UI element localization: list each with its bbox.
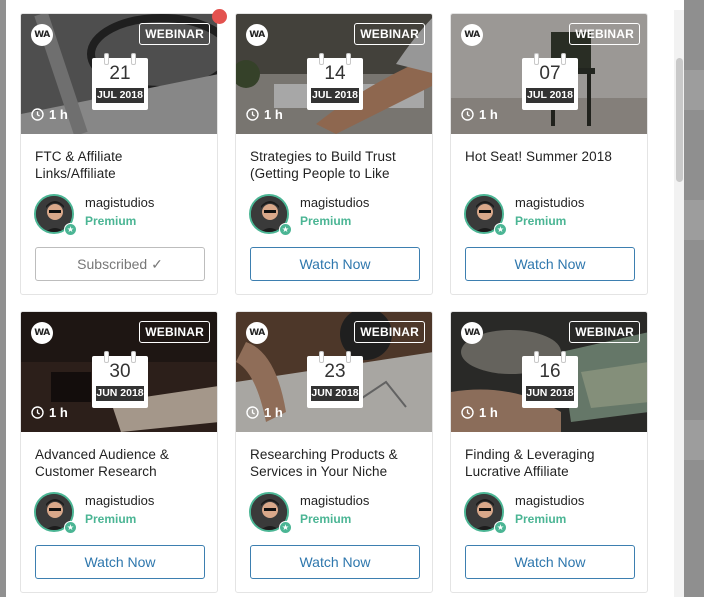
premium-label: Premium bbox=[85, 512, 137, 526]
webinar-card: WA WEBINAR 14 JUL 2018 1 h Strategies to… bbox=[235, 13, 433, 295]
clock-icon bbox=[461, 406, 474, 419]
webinar-card: WA WEBINAR 30 JUN 2018 1 h Advanced Audi… bbox=[20, 311, 218, 593]
webinar-thumbnail[interactable]: WA WEBINAR 14 JUL 2018 1 h bbox=[236, 14, 432, 134]
watch-now-button[interactable]: Watch Now bbox=[465, 545, 635, 579]
webinar-card: WA WEBINAR 07 JUL 2018 1 h Hot Seat! Sum… bbox=[450, 13, 648, 295]
date-day: 16 bbox=[539, 361, 561, 382]
author-name[interactable]: magistudios bbox=[85, 493, 154, 508]
webinar-title[interactable]: Finding & Leveraging Lucrative Affiliate bbox=[465, 446, 637, 480]
date-month: JUN 2018 bbox=[526, 386, 574, 401]
date-month: JUN 2018 bbox=[311, 386, 359, 401]
webinar-card: WA WEBINAR 16 JUN 2018 1 h Finding & Lev… bbox=[450, 311, 648, 593]
verified-icon: ★ bbox=[494, 521, 507, 534]
webinar-title[interactable]: Hot Seat! Summer 2018 bbox=[465, 148, 637, 165]
verified-icon: ★ bbox=[279, 223, 292, 236]
calendar-date: 07 JUL 2018 bbox=[522, 53, 578, 110]
duration: 1 h bbox=[31, 405, 68, 420]
brand-logo-icon: WA bbox=[31, 322, 53, 344]
webinar-card: WA WEBINAR 21 JUL 2018 1 h FTC & Affilia… bbox=[20, 13, 218, 295]
calendar-date: 23 JUN 2018 bbox=[307, 351, 363, 408]
duration: 1 h bbox=[31, 107, 68, 122]
duration: 1 h bbox=[246, 405, 283, 420]
webinar-badge: WEBINAR bbox=[569, 321, 640, 343]
clock-icon bbox=[461, 108, 474, 121]
date-day: 14 bbox=[324, 63, 346, 84]
brand-logo-icon: WA bbox=[246, 24, 268, 46]
watch-now-button[interactable]: Watch Now bbox=[250, 247, 420, 281]
webinar-thumbnail[interactable]: WA WEBINAR 07 JUL 2018 1 h bbox=[451, 14, 647, 134]
author-name[interactable]: magistudios bbox=[85, 195, 154, 210]
date-day: 30 bbox=[109, 361, 131, 382]
brand-logo-icon: WA bbox=[461, 322, 483, 344]
webinar-badge: WEBINAR bbox=[139, 321, 210, 343]
webinar-title[interactable]: Strategies to Build Trust (Getting Peopl… bbox=[250, 148, 422, 182]
clock-icon bbox=[246, 406, 259, 419]
premium-label: Premium bbox=[300, 214, 352, 228]
notification-dot bbox=[212, 9, 227, 24]
duration-label: 1 h bbox=[479, 405, 498, 420]
backdrop-right bbox=[684, 0, 704, 597]
premium-label: Premium bbox=[85, 214, 137, 228]
clock-icon bbox=[246, 108, 259, 121]
duration: 1 h bbox=[461, 107, 498, 122]
date-month: JUL 2018 bbox=[96, 88, 144, 103]
verified-icon: ★ bbox=[64, 223, 77, 236]
author-name[interactable]: magistudios bbox=[515, 195, 584, 210]
author-name[interactable]: magistudios bbox=[300, 493, 369, 508]
duration-label: 1 h bbox=[264, 107, 283, 122]
watch-now-button[interactable]: Watch Now bbox=[250, 545, 420, 579]
premium-label: Premium bbox=[515, 512, 567, 526]
watch-now-button[interactable]: Watch Now bbox=[35, 545, 205, 579]
webinar-badge: WEBINAR bbox=[569, 23, 640, 45]
clock-icon bbox=[31, 406, 44, 419]
webinar-badge: WEBINAR bbox=[354, 321, 425, 343]
premium-label: Premium bbox=[300, 512, 352, 526]
duration-label: 1 h bbox=[264, 405, 283, 420]
webinar-thumbnail[interactable]: WA WEBINAR 23 JUN 2018 1 h bbox=[236, 312, 432, 432]
date-month: JUL 2018 bbox=[311, 88, 359, 103]
webinar-thumbnail[interactable]: WA WEBINAR 21 JUL 2018 1 h bbox=[21, 14, 217, 134]
verified-icon: ★ bbox=[494, 223, 507, 236]
webinar-title[interactable]: FTC & Affiliate Links/Affiliate bbox=[35, 148, 207, 182]
duration-label: 1 h bbox=[49, 405, 68, 420]
webinar-title[interactable]: Advanced Audience & Customer Research bbox=[35, 446, 207, 480]
subscribed-button[interactable]: Subscribed ✓ bbox=[35, 247, 205, 281]
duration: 1 h bbox=[461, 405, 498, 420]
duration-label: 1 h bbox=[479, 107, 498, 122]
calendar-date: 30 JUN 2018 bbox=[92, 351, 148, 408]
duration: 1 h bbox=[246, 107, 283, 122]
brand-logo-icon: WA bbox=[246, 322, 268, 344]
verified-icon: ★ bbox=[279, 521, 292, 534]
duration-label: 1 h bbox=[49, 107, 68, 122]
webinar-thumbnail[interactable]: WA WEBINAR 30 JUN 2018 1 h bbox=[21, 312, 217, 432]
date-month: JUN 2018 bbox=[96, 386, 144, 401]
date-month: JUL 2018 bbox=[526, 88, 574, 103]
watch-now-button[interactable]: Watch Now bbox=[465, 247, 635, 281]
clock-icon bbox=[31, 108, 44, 121]
date-day: 21 bbox=[109, 63, 131, 84]
webinar-title[interactable]: Researching Products & Services in Your … bbox=[250, 446, 422, 480]
webinar-panel: WA WEBINAR 21 JUL 2018 1 h FTC & Affilia… bbox=[6, 0, 684, 597]
scrollbar-thumb[interactable] bbox=[676, 58, 683, 182]
webinar-badge: WEBINAR bbox=[354, 23, 425, 45]
date-day: 23 bbox=[324, 361, 346, 382]
brand-logo-icon: WA bbox=[461, 24, 483, 46]
calendar-date: 14 JUL 2018 bbox=[307, 53, 363, 110]
date-day: 07 bbox=[539, 63, 561, 84]
author-name[interactable]: magistudios bbox=[300, 195, 369, 210]
webinar-badge: WEBINAR bbox=[139, 23, 210, 45]
brand-logo-icon: WA bbox=[31, 24, 53, 46]
webinar-card: WA WEBINAR 23 JUN 2018 1 h Researching P… bbox=[235, 311, 433, 593]
verified-icon: ★ bbox=[64, 521, 77, 534]
calendar-date: 21 JUL 2018 bbox=[92, 53, 148, 110]
webinar-thumbnail[interactable]: WA WEBINAR 16 JUN 2018 1 h bbox=[451, 312, 647, 432]
calendar-date: 16 JUN 2018 bbox=[522, 351, 578, 408]
premium-label: Premium bbox=[515, 214, 567, 228]
author-name[interactable]: magistudios bbox=[515, 493, 584, 508]
